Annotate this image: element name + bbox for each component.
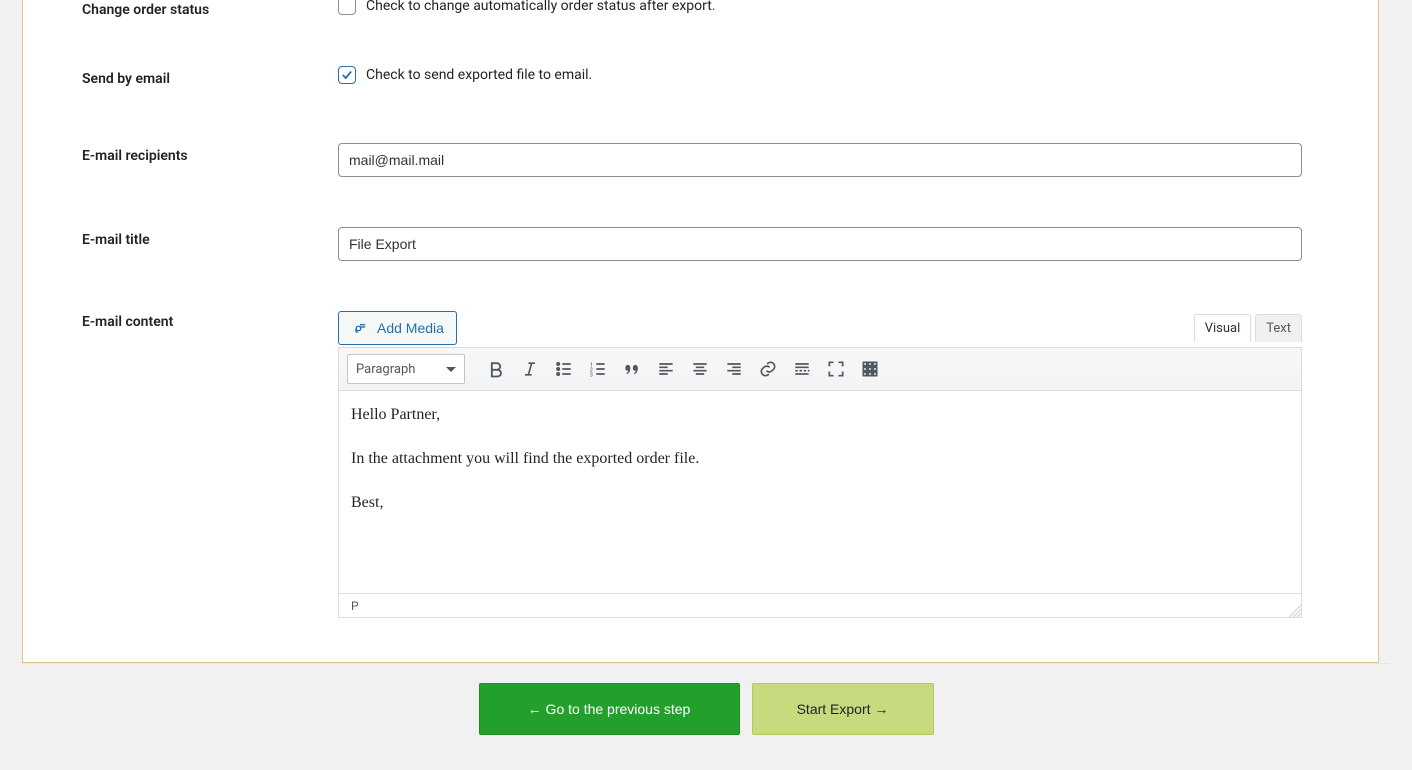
chevron-down-icon	[446, 367, 456, 372]
add-media-label: Add Media	[377, 320, 444, 336]
link-button[interactable]	[753, 354, 783, 384]
tab-text[interactable]: Text	[1255, 314, 1302, 342]
label-change-order-status: Change order status	[72, 0, 338, 18]
input-email-recipients[interactable]	[338, 143, 1302, 177]
toolbar-toggle-button[interactable]	[855, 354, 885, 384]
input-email-title[interactable]	[338, 227, 1302, 261]
svg-text:3: 3	[590, 373, 593, 379]
label-send-by-email: Send by email	[72, 66, 338, 87]
editor-statusbar: P	[338, 594, 1302, 618]
send-by-email-desc: Check to send exported file to email.	[366, 67, 592, 83]
previous-step-button[interactable]: ← Go to the previous step	[479, 683, 740, 735]
read-more-button[interactable]	[787, 354, 817, 384]
blockquote-button[interactable]	[617, 354, 647, 384]
add-media-button[interactable]: Add Media	[338, 311, 457, 345]
row-change-order-status: Change order status Check to change auto…	[72, 0, 1329, 18]
content-p1: Hello Partner,	[351, 403, 1289, 427]
content-p2: In the attachment you will find the expo…	[351, 447, 1289, 471]
settings-panel: Change order status Check to change auto…	[22, 0, 1379, 663]
row-send-by-email: Send by email Check to send exported fil…	[72, 66, 1329, 87]
align-left-button[interactable]	[651, 354, 681, 384]
label-email-content: E-mail content	[72, 309, 338, 330]
editor-content-area[interactable]: Hello Partner, In the attachment you wil…	[338, 391, 1302, 594]
checkbox-change-order-status[interactable]	[338, 0, 356, 15]
change-order-status-desc: Check to change automatically order stat…	[366, 0, 716, 14]
row-email-content: E-mail content	[72, 309, 1329, 618]
format-select-label: Paragraph	[356, 362, 415, 377]
navigation-buttons: ← Go to the previous step Start Export →	[22, 663, 1390, 743]
fullscreen-button[interactable]	[821, 354, 851, 384]
media-icon	[351, 318, 369, 339]
format-select[interactable]: Paragraph	[347, 354, 465, 384]
bullet-list-button[interactable]	[549, 354, 579, 384]
row-email-title: E-mail title	[72, 227, 1329, 261]
content-p3: Best,	[351, 491, 1289, 515]
checkbox-send-by-email[interactable]	[338, 66, 356, 84]
editor-toolbar: Paragraph 123	[338, 347, 1302, 391]
number-list-button[interactable]: 123	[583, 354, 613, 384]
editor-tabs: Visual Text	[1194, 314, 1302, 342]
label-email-recipients: E-mail recipients	[72, 143, 338, 164]
wysiwyg-editor: Add Media Visual Text Paragraph	[338, 309, 1302, 618]
start-export-button[interactable]: Start Export →	[752, 683, 934, 735]
align-center-button[interactable]	[685, 354, 715, 384]
label-email-title: E-mail title	[72, 227, 338, 248]
row-email-recipients: E-mail recipients	[72, 143, 1329, 177]
tab-visual[interactable]: Visual	[1194, 314, 1252, 342]
editor-path: P	[351, 599, 359, 613]
resize-handle-icon[interactable]	[1287, 603, 1301, 617]
bold-button[interactable]	[481, 354, 511, 384]
align-right-button[interactable]	[719, 354, 749, 384]
italic-button[interactable]	[515, 354, 545, 384]
